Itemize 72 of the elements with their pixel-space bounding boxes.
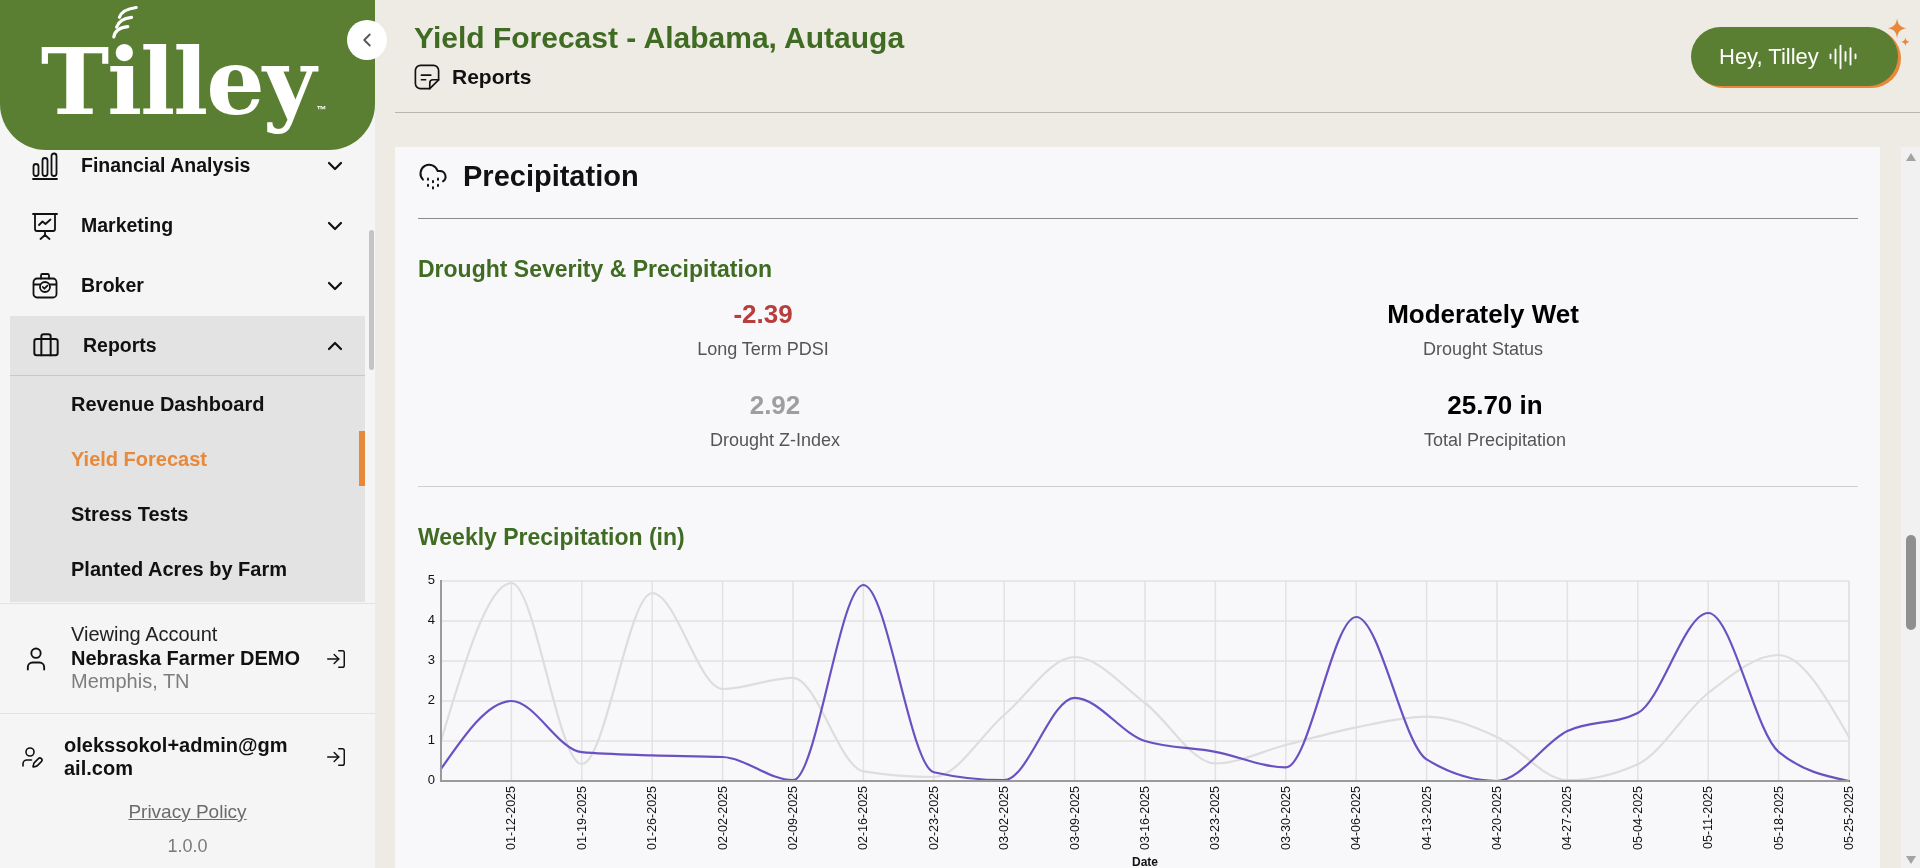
scroll-up-icon[interactable] <box>1905 153 1916 161</box>
nav-item[interactable]: Financial Analysis <box>10 150 365 196</box>
x-tick-label: 01-12-2025 <box>504 786 519 850</box>
breadcrumb-label: Reports <box>452 64 532 90</box>
y-tick-label: 3 <box>427 652 435 668</box>
collapse-button[interactable] <box>347 20 387 60</box>
x-tick-label: 04-06-2025 <box>1349 786 1364 850</box>
x-tick-label: 04-20-2025 <box>1490 786 1504 850</box>
stat-value: 25.70 in <box>1447 390 1543 420</box>
login-button[interactable] <box>325 647 347 670</box>
login-button[interactable] <box>325 745 347 768</box>
submenu-item[interactable]: Revenue Dashboard <box>10 376 365 431</box>
bar-chart-icon <box>32 152 58 180</box>
log-in-icon <box>325 647 347 670</box>
nav-item[interactable]: Marketing <box>10 196 365 256</box>
stat-value: -2.39 <box>733 299 793 329</box>
wheat-icon <box>110 5 139 39</box>
user-email: olekssokol+admin@gmail.com <box>64 733 289 780</box>
stat-label: Drought Z-Index <box>709 429 840 451</box>
stat-value: 2.92 <box>749 390 801 420</box>
assistant-button[interactable]: Hey, Tilley <box>1691 27 1898 86</box>
subsection-title: Weekly Precipitation (in) <box>418 523 686 551</box>
x-tick-label: 01-19-2025 <box>574 786 589 850</box>
stat-label: Total Precipitation <box>1423 429 1566 451</box>
account-name: Nebraska Farmer DEMO <box>71 646 300 671</box>
x-tick-label: 03-02-2025 <box>997 786 1012 850</box>
x-tick-label: 03-09-2025 <box>1067 786 1082 850</box>
presentation-board-icon <box>32 212 58 240</box>
section-title: Precipitation <box>463 160 639 192</box>
x-tick-label: 01-26-2025 <box>645 786 660 850</box>
user-edit-icon <box>20 744 44 769</box>
scrollbar-thumb[interactable] <box>369 230 374 370</box>
stat-label: Long Term PDSI <box>697 338 829 360</box>
subsection-title: Drought Severity & Precipitation <box>418 255 773 283</box>
x-tick-label: 02-02-2025 <box>715 786 730 850</box>
scrollbar-thumb[interactable] <box>1905 535 1916 630</box>
x-tick-label: 05-18-2025 <box>1771 786 1786 850</box>
x-tick-label: 04-27-2025 <box>1560 786 1575 850</box>
stat-label: Drought Status <box>1422 338 1544 360</box>
version-label: 1.0.0 <box>167 835 208 858</box>
submenu-item[interactable]: Planted Acres by Farm <box>10 541 365 596</box>
x-tick-label: 05-11-2025 <box>1701 786 1716 849</box>
x-tick-label: 05-25-2025 <box>1842 786 1856 850</box>
trademark-symbol: ™ <box>316 105 327 115</box>
privacy-policy-link[interactable]: Privacy Policy <box>128 800 247 824</box>
x-tick-label: 03-30-2025 <box>1278 786 1293 850</box>
y-tick-label: 2 <box>427 692 435 708</box>
y-tick-label: 5 <box>427 572 435 588</box>
scroll-down-icon[interactable] <box>1905 856 1916 864</box>
y-tick-label: 0 <box>427 772 435 788</box>
nav-item[interactable]: Broker <box>10 256 365 316</box>
cloud-rain-icon <box>418 161 448 191</box>
x-tick-label: 03-23-2025 <box>1208 786 1223 850</box>
account-caption: Viewing Account <box>71 623 219 647</box>
submenu-item[interactable]: Stress Tests <box>10 486 365 541</box>
document-icon <box>414 64 440 90</box>
x-tick-label: 03-16-2025 <box>1138 786 1152 850</box>
y-tick-label: 1 <box>427 732 435 748</box>
x-tick-label: 02-16-2025 <box>856 786 871 850</box>
account-location: Memphis, TN <box>71 670 191 694</box>
nav-item[interactable]: Reports <box>10 316 365 376</box>
log-in-icon <box>325 745 347 768</box>
x-tick-label: 04-13-2025 <box>1419 786 1434 850</box>
x-tick-label: 02-09-2025 <box>786 786 800 850</box>
briefcase-check-icon <box>32 272 58 300</box>
x-tick-label: 02-23-2025 <box>926 786 941 850</box>
page-title: Yield Forecast - Alabama, Autauga <box>414 20 905 56</box>
y-tick-label: 4 <box>427 612 435 628</box>
x-axis-title: Date <box>1132 855 1158 868</box>
x-tick-label: 05-04-2025 <box>1630 786 1645 850</box>
stat-value: Moderately Wet <box>1387 299 1579 329</box>
sparkle-icon <box>1886 17 1910 47</box>
